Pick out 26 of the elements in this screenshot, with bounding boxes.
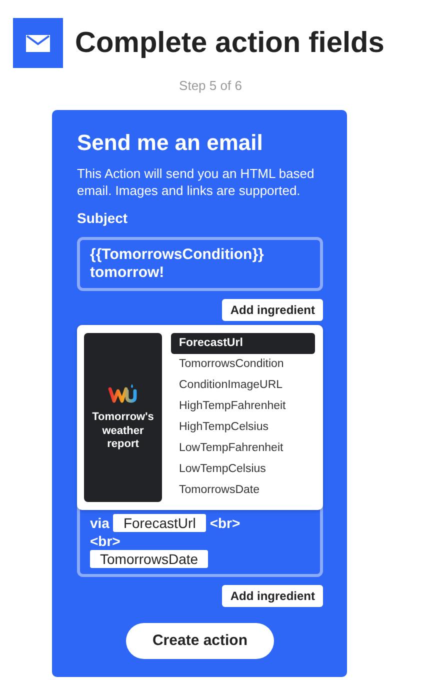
ingredient-item[interactable]: TomorrowsCondition: [171, 354, 315, 375]
ingredient-tag: TomorrowsDate: [90, 550, 208, 568]
email-icon: [13, 18, 63, 68]
ingredient-item[interactable]: LowTempFahrenheit: [171, 438, 315, 459]
ingredient-tag: ForecastUrl: [113, 514, 206, 532]
logo-icon: [108, 383, 138, 404]
body-text: <br>: [210, 514, 240, 532]
ingredient-item[interactable]: LowTempCelsius: [171, 458, 315, 480]
service-name: Tomorrow's weather report: [91, 411, 155, 451]
step-indicator: Step 5 of 6: [178, 77, 243, 95]
body-text: <br>: [90, 532, 120, 550]
ingredient-item[interactable]: TomorrowsDate: [171, 480, 315, 501]
page-title: Complete action fields: [75, 26, 384, 60]
subject-field[interactable]: {{TomorrowsCondition}} tomorrow!: [77, 236, 323, 291]
card-title: Send me an email: [77, 130, 264, 156]
ingredient-item[interactable]: ConditionImageURL: [171, 374, 315, 396]
description: This Action will send you an HTML based email. Images and links are supported.: [77, 166, 316, 200]
create-action-button[interactable]: Create action: [126, 622, 274, 660]
add-ingredient-button[interactable]: Add ingredient: [222, 584, 323, 607]
ingredient-item[interactable]: HighTempCelsius: [171, 416, 315, 438]
body-field[interactable]: Tomorrow's weather report ForecastUrl TomorrowsCondition ConditionImageURL HighTempFahrenheit HighTempCelsius LowTempFahrenheit LowTempCelsius TomorrowsDate via ForecastUrl <br> <br> TomorrowsDate: [77, 324, 323, 577]
ingredient-item[interactable]: HighTempFahrenheit: [171, 396, 315, 417]
add-ingredient-button[interactable]: Add ingredient: [222, 298, 323, 321]
ingredient-item[interactable]: ForecastUrl: [171, 332, 315, 354]
body-text: via: [90, 514, 110, 532]
subject-label: Subject: [77, 208, 128, 228]
